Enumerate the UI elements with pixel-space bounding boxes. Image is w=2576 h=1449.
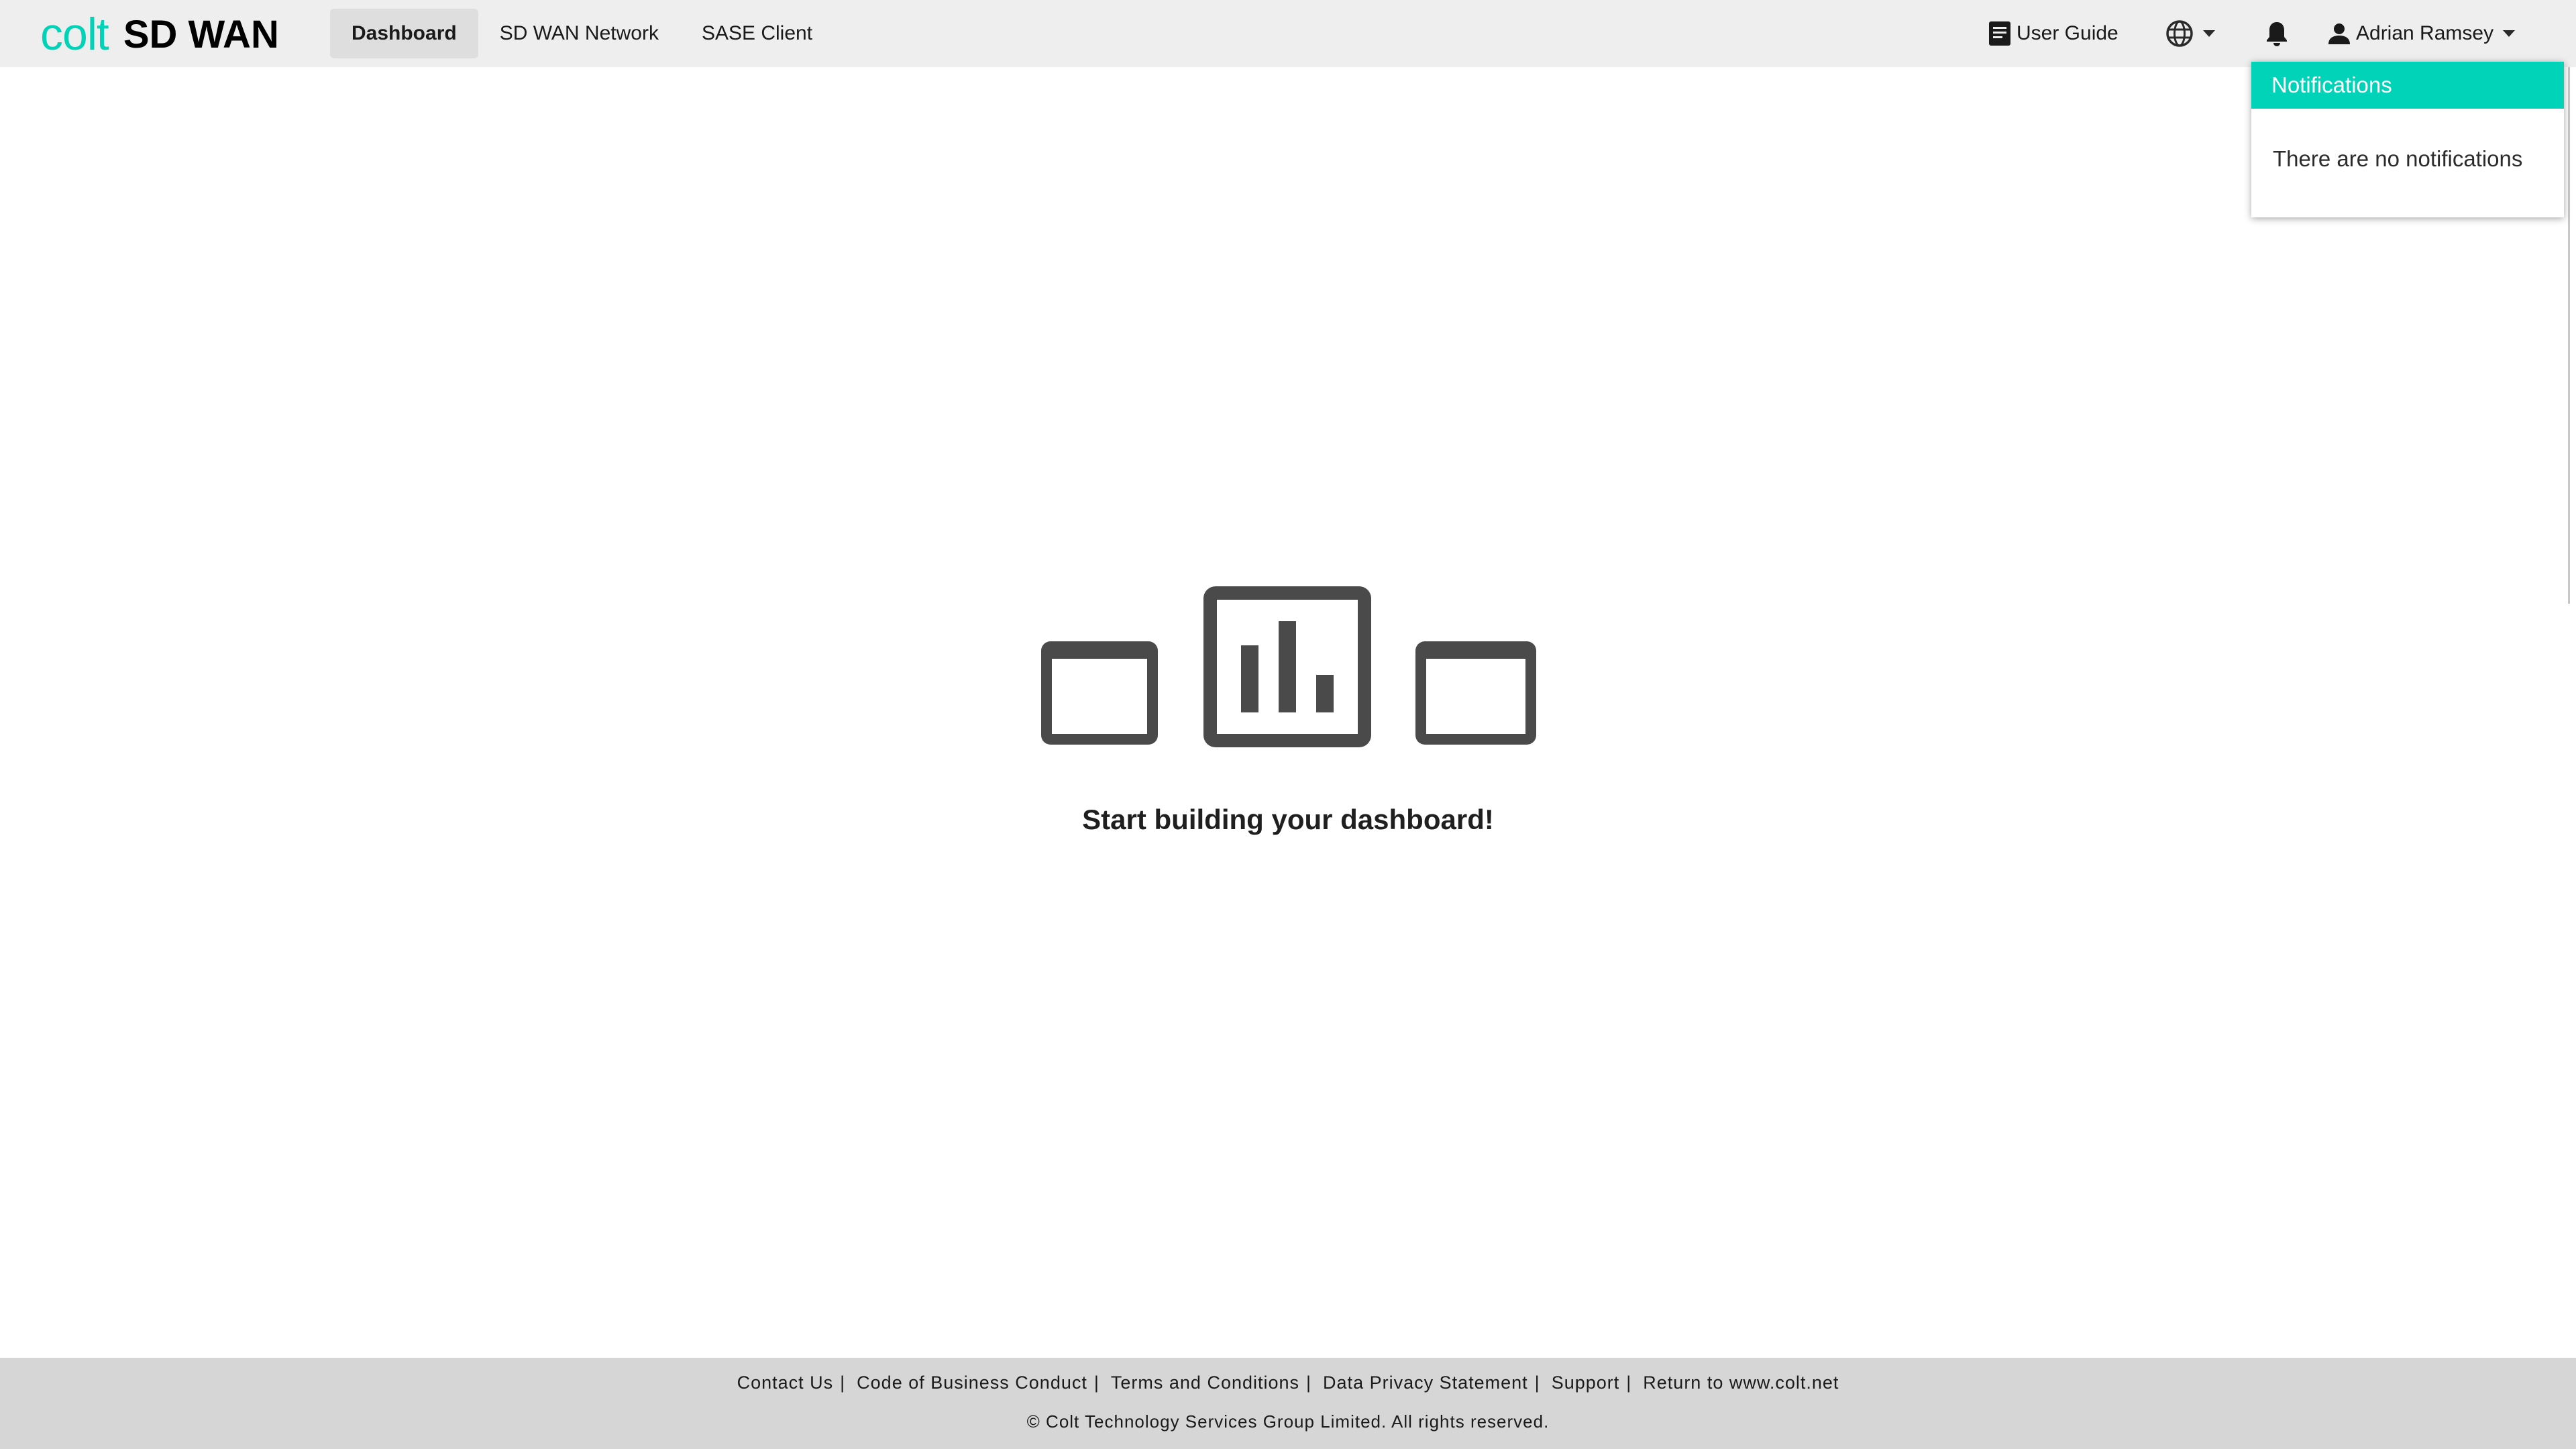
- product-name: SD WAN: [123, 12, 279, 56]
- notifications-button[interactable]: [2265, 0, 2289, 67]
- scrollbar[interactable]: [2568, 67, 2570, 604]
- chevron-down-icon: [2503, 30, 2516, 37]
- footer-copyright: © Colt Technology Services Group Limited…: [1026, 1411, 1550, 1432]
- empty-dashboard-illustration: [1038, 585, 1538, 749]
- footer-link-terms-and-conditions[interactable]: Terms and Conditions: [1111, 1373, 1299, 1393]
- user-guide-link[interactable]: User Guide: [1988, 0, 2118, 67]
- footer-separator: |: [1093, 1373, 1099, 1393]
- top-navigation-bar: colt SD WAN Dashboard SD WAN Network SAS…: [0, 0, 2576, 67]
- nav-tab-sase-client[interactable]: SASE Client: [680, 9, 834, 58]
- footer-link-contact-us[interactable]: Contact Us: [737, 1373, 834, 1393]
- app-logo[interactable]: colt SD WAN: [40, 9, 279, 60]
- language-selector[interactable]: [2165, 0, 2215, 67]
- user-icon: [2328, 22, 2351, 45]
- empty-state-message: Start building your dashboard!: [1082, 804, 1494, 835]
- footer-links: Contact Us | Code of Business Conduct | …: [0, 1373, 2576, 1393]
- nav-tab-sd-wan-network[interactable]: SD WAN Network: [478, 9, 680, 58]
- notifications-empty-message: There are no notifications: [2273, 146, 2523, 171]
- bell-icon: [2265, 20, 2289, 47]
- footer-separator: |: [1626, 1373, 1631, 1393]
- main-nav: Dashboard SD WAN Network SASE Client: [330, 9, 834, 58]
- footer-separator: |: [1306, 1373, 1311, 1393]
- footer-link-code-of-business-conduct[interactable]: Code of Business Conduct: [857, 1373, 1087, 1393]
- window-icon: [1415, 641, 1536, 745]
- footer-link-data-privacy-statement[interactable]: Data Privacy Statement: [1323, 1373, 1528, 1393]
- globe-icon: [2165, 19, 2194, 48]
- footer-link-return-to-colt[interactable]: Return to www.colt.net: [1643, 1373, 1839, 1393]
- footer-link-support[interactable]: Support: [1552, 1373, 1620, 1393]
- brand-logo-text: colt: [40, 9, 109, 60]
- window-icon: [1041, 641, 1158, 745]
- bar-chart-icon: [1203, 586, 1371, 747]
- document-icon: [1988, 21, 2011, 46]
- chevron-down-icon: [2203, 30, 2215, 37]
- footer-separator: |: [840, 1373, 845, 1393]
- user-guide-label: User Guide: [2017, 22, 2118, 44]
- nav-tab-dashboard[interactable]: Dashboard: [330, 9, 478, 58]
- notifications-header: Notifications: [2251, 62, 2564, 109]
- user-name: Adrian Ramsey: [2356, 22, 2494, 44]
- footer-separator: |: [1534, 1373, 1540, 1393]
- page-footer: Contact Us | Code of Business Conduct | …: [0, 1358, 2576, 1449]
- notifications-dropdown: Notifications There are no notifications: [2251, 62, 2564, 217]
- user-menu[interactable]: Adrian Ramsey: [2328, 0, 2516, 67]
